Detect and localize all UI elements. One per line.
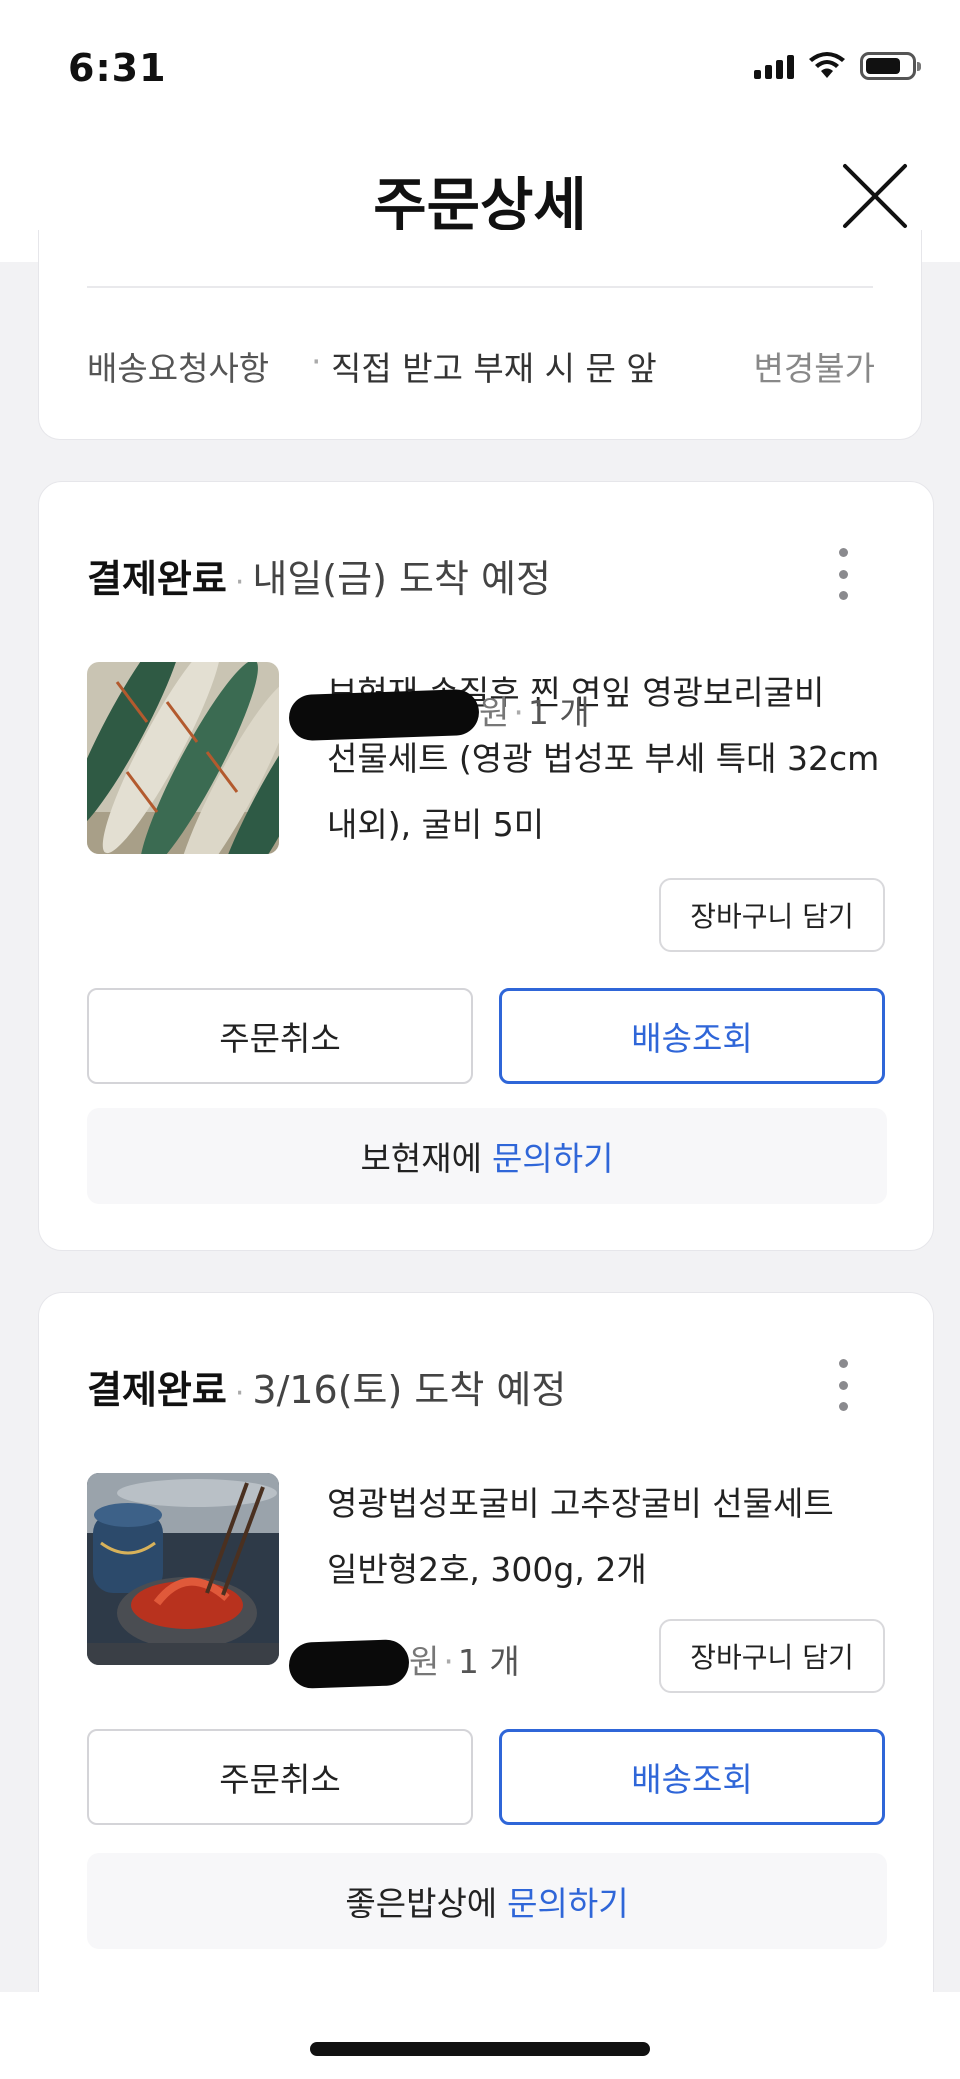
bullet: · xyxy=(311,342,322,381)
wifi-icon xyxy=(809,52,845,78)
cellular-signal-icon xyxy=(754,53,794,79)
seller-name: 좋은밥상에 xyxy=(345,1884,498,1923)
header-area: 6:31 주문상세 xyxy=(0,0,960,262)
cancel-order-button[interactable]: 주문취소 xyxy=(87,988,473,1084)
status-icons xyxy=(754,52,921,80)
inquiry-link[interactable]: 문의하기 xyxy=(492,1132,613,1180)
order-status: 결제완료 xyxy=(87,1368,227,1412)
delivery-request-value: 직접 받고 부재 시 문 앞 xyxy=(331,349,657,388)
seller-inquiry[interactable]: 좋은밥상에 문의하기 xyxy=(87,1853,887,1949)
track-delivery-button[interactable]: 배송조회 xyxy=(499,1729,885,1825)
redacted-price xyxy=(288,1638,410,1689)
quantity: 1 개 xyxy=(527,693,590,732)
battery-icon xyxy=(860,52,921,80)
close-icon[interactable] xyxy=(841,162,909,230)
seller-name: 보현재에 xyxy=(360,1139,482,1178)
delivery-request-card: 배송요청사항 · 직접 받고 부재 시 문 앞 변경불가 xyxy=(38,230,922,440)
product-image[interactable] xyxy=(87,662,279,854)
order-card: 결제완료 · 3/16(토) 도착 예정 영광법성포굴비 고추장굴비 선물세트 일반… xyxy=(38,1292,934,1992)
add-to-cart-button[interactable]: 장바구니 담기 xyxy=(659,1619,885,1693)
delivery-eta: 내일(금) 도착 예정 xyxy=(252,557,551,601)
bottom-bar xyxy=(0,1992,960,2079)
more-options-icon[interactable] xyxy=(833,548,853,600)
price-quantity-row: 원 · 1 개 xyxy=(288,686,590,741)
price-quantity-row: 원 · 1 개 xyxy=(288,1635,520,1689)
seller-inquiry[interactable]: 보현재에 문의하기 xyxy=(87,1108,887,1204)
track-delivery-button[interactable]: 배송조회 xyxy=(499,988,885,1084)
order-status-line: 결제완료 · 내일(금) 도착 예정 xyxy=(87,557,551,601)
divider xyxy=(87,286,873,288)
product-name[interactable]: 영광법성포굴비 고추장굴비 선물세트 일반형2호, 300g, 2개 xyxy=(327,1471,907,1603)
cancel-order-button[interactable]: 주문취소 xyxy=(87,1729,473,1825)
product-image[interactable] xyxy=(87,1473,279,1665)
inquiry-link[interactable]: 문의하기 xyxy=(507,1877,628,1925)
quantity: 1 개 xyxy=(457,1642,520,1681)
order-status: 결제완료 xyxy=(87,557,227,601)
add-to-cart-button[interactable]: 장바구니 담기 xyxy=(659,878,885,952)
order-status-line: 결제완료 · 3/16(토) 도착 예정 xyxy=(87,1368,567,1412)
delivery-request-label: 배송요청사항 xyxy=(87,349,270,388)
price-suffix: 원 xyxy=(409,1642,440,1681)
home-indicator[interactable] xyxy=(310,2042,650,2056)
status-time: 6:31 xyxy=(68,46,167,90)
order-card: 결제완료 · 내일(금) 도착 예정 보현재 손질후 찐 연잎 영광보리굴비 선물세… xyxy=(38,481,934,1251)
delivery-eta: 3/16(토) 도착 예정 xyxy=(252,1368,567,1412)
redacted-price xyxy=(288,688,480,741)
more-options-icon[interactable] xyxy=(833,1359,853,1411)
delivery-request-status: 변경불가 xyxy=(753,349,875,388)
